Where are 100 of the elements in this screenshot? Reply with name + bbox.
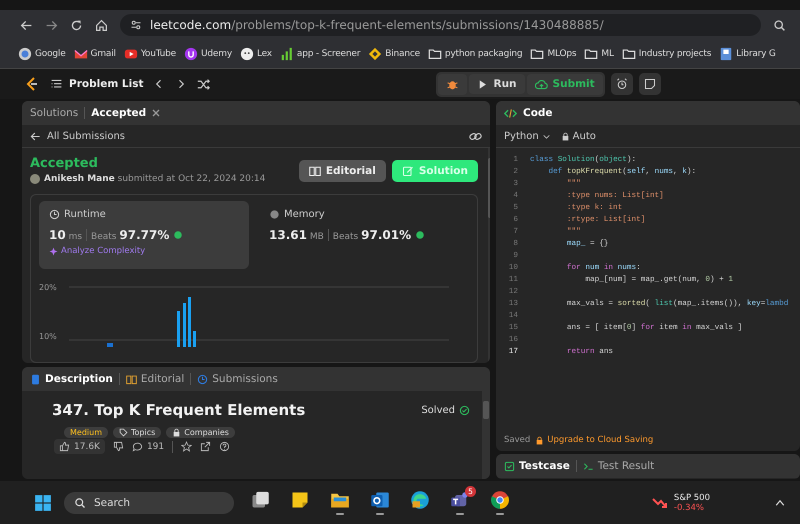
checkbox-icon xyxy=(504,460,515,472)
alarm-clock-icon[interactable] xyxy=(616,78,628,90)
sticky-note-icon[interactable] xyxy=(290,490,310,510)
panel-tab[interactable]: Solutions xyxy=(30,107,78,119)
mail-app-icon[interactable] xyxy=(370,490,390,510)
bookmark[interactable]: Binance xyxy=(368,47,420,61)
terminal-icon xyxy=(582,460,594,472)
metric-title: Runtime xyxy=(64,209,106,220)
panel-tab[interactable]: Test Result xyxy=(582,460,654,472)
lock-icon xyxy=(560,132,570,140)
comment-icon[interactable] xyxy=(132,441,143,452)
tag-button[interactable]: Companies xyxy=(166,427,235,438)
panel-title: Code xyxy=(523,107,553,119)
debug-button[interactable] xyxy=(438,74,468,94)
clock-icon xyxy=(49,209,60,220)
panel-tab[interactable]: Description xyxy=(30,373,113,385)
badge-icon xyxy=(173,230,184,240)
bookmark[interactable]: python packaging xyxy=(428,47,522,61)
history-icon xyxy=(197,374,208,384)
search-input[interactable]: Search xyxy=(92,496,216,510)
language-dropdown[interactable]: Python xyxy=(504,130,551,142)
editorial-button[interactable]: Editorial xyxy=(298,160,386,182)
thumbs-up-icon xyxy=(59,441,70,452)
submission-info: Anikesh Mane submitted at Oct 22, 2024 20:14 xyxy=(44,174,266,184)
lock-icon xyxy=(535,436,544,444)
bookmark[interactable]: Industry projects xyxy=(622,47,712,61)
status-text: Accepted xyxy=(30,156,99,171)
metric-card[interactable]: Runtime 10 ms Beats 97.77% Analyze Complexity xyxy=(39,201,249,269)
metric-value: 10 ms xyxy=(49,228,82,242)
book-icon xyxy=(719,47,734,61)
share-icon[interactable] xyxy=(200,441,212,452)
badge-icon xyxy=(415,230,426,240)
face-circle-icon xyxy=(240,47,254,61)
bookmark[interactable]: YouTube xyxy=(124,47,176,61)
panel-tab[interactable]: Accepted xyxy=(91,107,146,119)
scrollbar[interactable] xyxy=(482,391,490,479)
folder-icon xyxy=(622,47,636,61)
run-button[interactable]: Run xyxy=(469,74,525,94)
close-icon[interactable] xyxy=(152,109,160,117)
sparkle-icon xyxy=(49,246,58,256)
format-mode: Auto xyxy=(572,130,596,142)
back-arrow-icon[interactable] xyxy=(30,130,41,142)
lock-icon xyxy=(172,428,182,437)
play-icon xyxy=(477,78,488,90)
bookmark[interactable]: Library G xyxy=(719,47,776,61)
axis-label: 10% xyxy=(39,332,58,341)
code-icon xyxy=(504,106,517,120)
bookmark[interactable]: Udemy xyxy=(184,47,232,61)
swirl-logo-icon[interactable] xyxy=(410,490,430,510)
back-arrow-icon[interactable] xyxy=(20,18,33,32)
folder-icon xyxy=(530,47,544,61)
browser-logo-icon[interactable] xyxy=(490,490,510,510)
solved-label: Solved xyxy=(421,404,455,416)
windows-stack-icon[interactable] xyxy=(250,490,270,510)
bookmark[interactable]: Google xyxy=(18,47,66,61)
panel-tab[interactable]: Editorial xyxy=(126,373,184,385)
shuffle-icon[interactable] xyxy=(197,78,210,90)
logo-icon[interactable] xyxy=(24,76,40,92)
beats-value: Beats 97.77% xyxy=(91,228,170,242)
panel-tab[interactable]: Submissions xyxy=(197,373,278,385)
help-icon[interactable] xyxy=(219,441,230,452)
start-icon[interactable] xyxy=(34,494,52,512)
bookmark[interactable]: MLOps xyxy=(530,47,576,61)
mail-icon xyxy=(74,47,88,61)
star-icon[interactable] xyxy=(181,441,192,452)
forward-arrow-icon[interactable] xyxy=(45,18,58,32)
tag-button[interactable]: Topics xyxy=(113,427,162,438)
zoom-icon[interactable] xyxy=(773,18,786,32)
beats-value: Beats 97.01% xyxy=(332,228,412,242)
submit-button[interactable]: Submit xyxy=(526,74,603,94)
reload-icon[interactable] xyxy=(70,18,83,32)
stock-widget[interactable]: S&P 500 -0.34% xyxy=(652,493,710,513)
folder-icon xyxy=(428,47,442,61)
like-button[interactable]: 17.6K xyxy=(54,439,105,454)
thumbs-down-icon[interactable] xyxy=(112,441,124,452)
bookmark[interactable]: ML xyxy=(584,47,614,61)
play-icon xyxy=(124,47,138,61)
metric-card[interactable]: Memory 13.61 MB Beats 97.01% xyxy=(259,201,469,269)
difficulty-tag[interactable]: Medium xyxy=(64,427,108,438)
tune-icon xyxy=(130,19,142,31)
search-field[interactable]: Search xyxy=(64,492,234,514)
panel-tab[interactable]: Testcase xyxy=(504,460,570,472)
bar-chart-icon xyxy=(280,47,294,61)
avatar-icon xyxy=(30,174,40,184)
book-icon xyxy=(308,165,321,177)
saved-status: Saved xyxy=(504,435,530,445)
bookmark[interactable]: app - Screener xyxy=(280,47,360,61)
check-circle-icon xyxy=(459,404,470,416)
note-icon[interactable] xyxy=(644,78,656,90)
book-icon xyxy=(126,374,137,384)
back-link[interactable]: All Submissions xyxy=(47,130,125,142)
stock-name: S&P 500 xyxy=(674,493,710,503)
address-bar[interactable]: leetcode.com/problems/top-k-frequent-elements/submissions/1430488885/ xyxy=(120,14,761,36)
comment-count: 191 xyxy=(146,442,164,452)
home-icon[interactable] xyxy=(95,18,108,32)
problem-title: 347. Top K Frequent Elements xyxy=(52,401,306,419)
problem-list-button[interactable]: Problem List xyxy=(50,78,144,90)
bookmark[interactable]: Gmail xyxy=(74,47,116,61)
upgrade-link[interactable]: Upgrade to Cloud Saving xyxy=(547,435,654,445)
bookmark[interactable]: Lex xyxy=(240,47,272,61)
